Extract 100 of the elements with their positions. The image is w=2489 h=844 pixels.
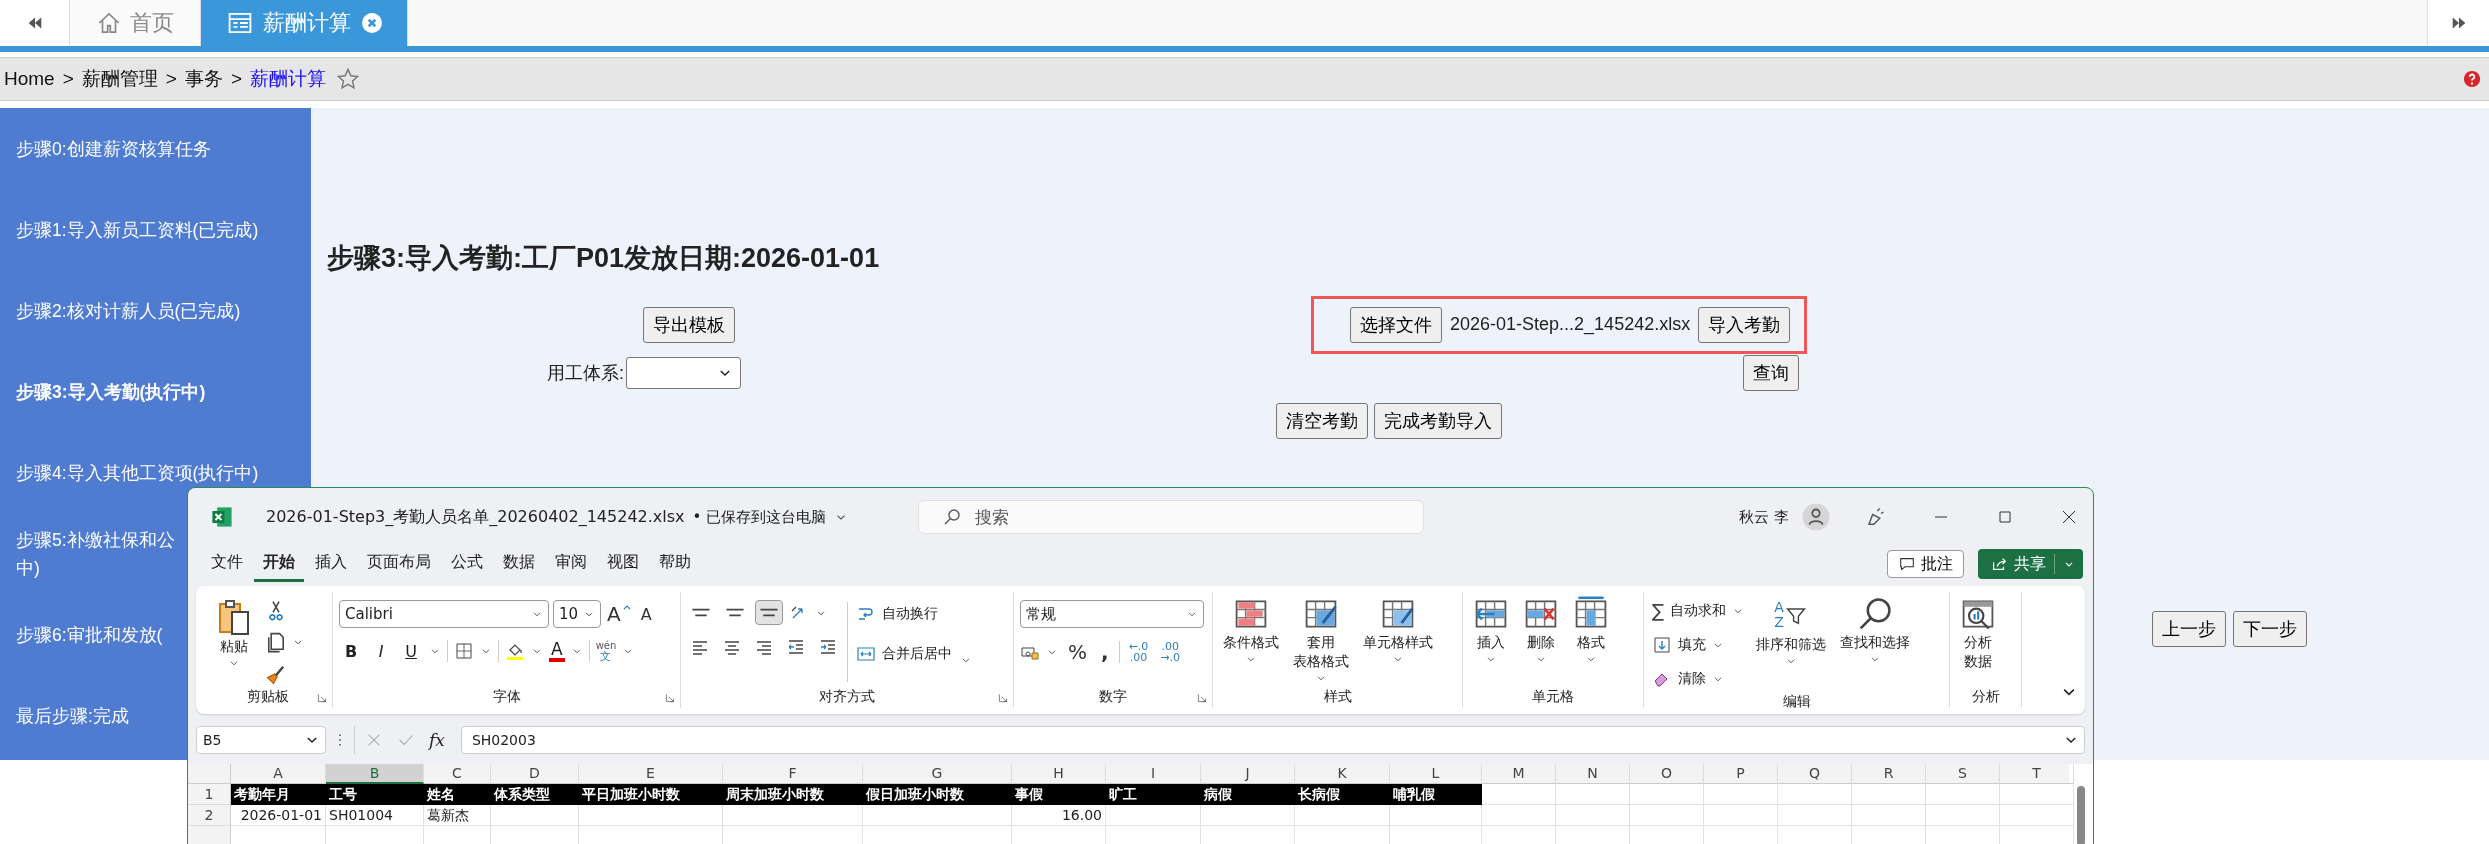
align-lines-icon — [725, 608, 745, 617]
ribbon-tab[interactable]: 页面布局 — [358, 546, 440, 582]
breadcrumb-link[interactable]: 薪酬计算 — [250, 66, 326, 92]
vertical-align-button[interactable] — [755, 600, 783, 625]
column-header[interactable]: O — [1630, 764, 1704, 784]
cells-button[interactable]: 插入 — [1469, 594, 1513, 667]
column-header[interactable]: Q — [1778, 764, 1852, 784]
column-header[interactable]: N — [1556, 764, 1630, 784]
step-link[interactable]: 步骤5:补缴社保和公 中) — [16, 525, 175, 582]
paste-button[interactable]: 粘贴 — [210, 594, 258, 671]
step-link[interactable]: 步骤4:导入其他工资项(执行中) — [16, 458, 259, 487]
column-header[interactable]: S — [1926, 764, 2000, 784]
comma-button[interactable]: , — [1097, 640, 1113, 664]
table-cell: 2026-01-01 — [231, 805, 326, 826]
decimal-button[interactable]: .00 →.0 — [1157, 641, 1184, 663]
table-cell: 事假 — [1012, 784, 1106, 805]
table-cell: 姓名 — [424, 784, 491, 805]
export-template-button[interactable]: 导出模板 — [643, 306, 735, 343]
column-header[interactable]: B — [326, 764, 424, 784]
ribbon-tab[interactable]: 视图 — [598, 546, 648, 582]
font-name-dropdown[interactable]: Calibri — [339, 600, 549, 628]
ribbon-tab[interactable]: 文件 — [202, 546, 252, 582]
dialog-launcher-icon[interactable] — [1196, 692, 1208, 704]
text-style-button[interactable]: I — [369, 641, 393, 661]
ribbon-tab[interactable]: 公式 — [442, 546, 492, 582]
ribbon-tab[interactable]: 插入 — [306, 546, 356, 582]
search-icon — [1857, 596, 1894, 632]
fill-down-icon — [1652, 635, 1672, 655]
breadcrumb-separator: > — [230, 68, 242, 90]
table-cell: 工号 — [326, 784, 424, 805]
row-header[interactable]: 1 — [188, 784, 231, 805]
search-icon — [942, 507, 963, 527]
name-box[interactable]: B5 — [196, 726, 326, 754]
ribbon-tab[interactable]: 帮助 — [650, 546, 700, 582]
dialog-launcher-icon[interactable] — [316, 692, 328, 704]
style-button[interactable]: 条件格式 — [1219, 594, 1283, 667]
step-nav-button[interactable]: 下一步 — [2233, 611, 2307, 647]
formula-field[interactable]: SH02003 — [460, 726, 2085, 754]
scroll-right-button[interactable] — [2427, 0, 2489, 46]
breadcrumb-link[interactable]: Home — [4, 68, 55, 90]
font-size-dropdown[interactable]: 10 — [553, 600, 601, 628]
style-button[interactable]: 套用 表格格式 — [1289, 594, 1353, 686]
cells-button[interactable]: 删除 — [1519, 594, 1563, 667]
font-color-button[interactable]: A — [549, 640, 565, 662]
table-cell: 长病假 — [1295, 784, 1390, 805]
step-nav-button[interactable]: 上一步 — [2152, 611, 2226, 647]
clear-button[interactable]: 清除 — [1650, 665, 1747, 693]
borders-icon[interactable] — [454, 641, 474, 661]
decimal-button[interactable]: ←.0 .00 — [1125, 641, 1152, 663]
step-link[interactable]: 最后步骤:完成 — [16, 701, 129, 730]
cells-button[interactable]: 格式 — [1569, 594, 1613, 667]
column-header[interactable]: M — [1482, 764, 1556, 784]
query-button[interactable]: 查询 — [1743, 355, 1799, 391]
text-style-button[interactable]: U — [399, 641, 423, 661]
search-field[interactable]: 搜索 — [918, 500, 1425, 534]
ribbon-tab[interactable]: 数据 — [494, 546, 544, 582]
avatar-icon[interactable] — [1801, 502, 1831, 532]
finish-import-button[interactable]: 完成考勤导入 — [1374, 403, 1502, 439]
text-style-button[interactable]: B — [339, 641, 363, 661]
wrap-text-button[interactable]: 自动换行 — [854, 600, 954, 628]
column-header[interactable]: R — [1852, 764, 1926, 784]
group-label: 剪贴板 — [247, 688, 289, 706]
style-button[interactable]: 单元格样式 — [1359, 594, 1437, 667]
step-link[interactable]: 步骤3:导入考勤(执行中) — [16, 377, 206, 406]
help-icon[interactable] — [2463, 70, 2481, 88]
choose-file-button[interactable]: 选择文件 — [1350, 306, 1442, 343]
number-format-dropdown[interactable]: 常规 — [1020, 600, 1204, 628]
breadcrumb-link[interactable]: 薪酬管理 — [81, 66, 158, 92]
shrink-font-button[interactable]: A — [638, 604, 654, 624]
scrollbar[interactable] — [2077, 786, 2085, 844]
sort-filter-button[interactable]: A Z 排序和筛选 — [1752, 594, 1831, 669]
step-link[interactable]: 步骤2:核对计薪人员(已完成) — [16, 296, 241, 325]
breadcrumb-link[interactable]: 事务 — [184, 66, 223, 92]
row-header[interactable]: 2 — [188, 805, 231, 826]
autosum-button[interactable]: ∑ 自动求和 — [1650, 596, 1747, 625]
insert-function-button[interactable]: fx — [429, 730, 445, 750]
step-link[interactable]: 步骤0:创建薪资核算任务 — [16, 134, 211, 163]
percent-button[interactable]: % — [1064, 640, 1091, 664]
ribbon-tab[interactable]: 审阅 — [546, 546, 596, 582]
table-cell: 旷工 — [1106, 784, 1201, 805]
column-header[interactable]: P — [1704, 764, 1778, 784]
column-header[interactable]: T — [2000, 764, 2074, 784]
step-link[interactable]: 步骤6:审批和发放( — [16, 620, 163, 649]
step-link[interactable]: 步骤1:导入新员工资料(已完成) — [16, 215, 259, 244]
dialog-launcher-icon[interactable] — [997, 692, 1009, 704]
find-select-button[interactable]: 查找和选择 — [1836, 594, 1915, 667]
share-button[interactable]: 共享 — [1978, 549, 2083, 579]
merge-center-button[interactable]: 合并后居中 — [854, 640, 954, 668]
comments-button[interactable]: 批注 — [1887, 550, 1964, 578]
fill-button[interactable]: 填充 — [1650, 631, 1747, 659]
star-icon[interactable] — [336, 67, 360, 91]
grow-font-button[interactable]: A — [605, 602, 635, 626]
ribbon-tab[interactable]: 开始 — [254, 546, 304, 582]
user-name: 秋云 李 — [1739, 507, 1789, 527]
system-select[interactable] — [626, 357, 741, 389]
analyze-data-button[interactable]: 分析 数据 — [1956, 594, 2000, 672]
import-attendance-button[interactable]: 导入考勤 — [1698, 306, 1791, 343]
clear-attendance-button[interactable]: 清空考勤 — [1276, 403, 1368, 439]
dialog-launcher-icon[interactable] — [664, 692, 676, 704]
phonetic-guide-button[interactable]: wén 文 — [595, 640, 617, 662]
